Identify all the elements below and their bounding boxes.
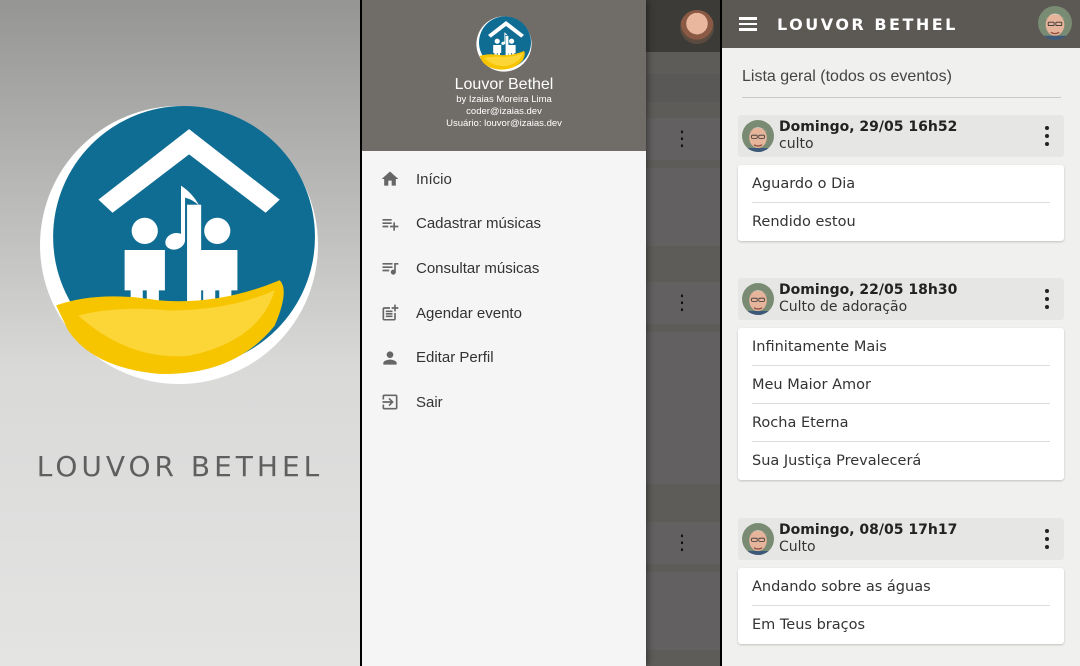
splash-title: LOUVOR BETHEL: [36, 450, 324, 483]
event-card: Domingo, 22/05 18h30 Culto de adoração I…: [738, 278, 1064, 480]
divider: [742, 97, 1061, 98]
event-name: culto: [779, 136, 814, 152]
menu-item-label: Cadastrar músicas: [416, 215, 542, 233]
drawer-author: by Izaias Moreira Lima: [456, 94, 552, 105]
person-icon: [380, 348, 400, 368]
event-avatar: [742, 523, 774, 555]
song-item[interactable]: Meu Maior Amor: [752, 366, 1050, 404]
behind-kebab-icon: ⋮: [672, 530, 692, 554]
event-date: Domingo, 22/05 18h30: [779, 282, 958, 298]
behind-card: [645, 168, 720, 246]
menu-item-sair[interactable]: Sair: [362, 380, 646, 425]
drawer-header: Louvor Bethel by Izaias Moreira Lima cod…: [362, 0, 646, 151]
menu-item-label: Início: [416, 170, 452, 188]
navigation-drawer: Louvor Bethel by Izaias Moreira Lima cod…: [362, 0, 646, 666]
home-icon: [380, 169, 400, 189]
behind-card: [645, 332, 720, 484]
drawer-screen: ⋮ ⋮ ⋮ Louvor Bethel by Izaias Moreira Li…: [362, 0, 720, 666]
event-header[interactable]: Domingo, 22/05 18h30 Culto de adoração: [738, 278, 1064, 320]
menu-item-label: Agendar evento: [416, 304, 522, 322]
drawer-email: coder@izaias.dev: [466, 106, 542, 117]
menu-item-cadastrar-musicas[interactable]: Cadastrar músicas: [362, 202, 646, 247]
menu-item-inicio[interactable]: Início: [362, 157, 646, 202]
song-item[interactable]: Infinitamente Mais: [752, 328, 1050, 366]
menu-item-label: Consultar músicas: [416, 259, 540, 277]
behind-kebab-icon: ⋮: [672, 126, 692, 150]
song-item[interactable]: Rendido estou: [752, 203, 1050, 241]
logout-icon: [380, 392, 400, 412]
event-name: Culto de adoração: [779, 299, 908, 315]
song-list: Aguardo o Dia Rendido estou: [738, 165, 1064, 241]
song-list: Andando sobre as águas Em Teus braços: [738, 568, 1064, 644]
post-add-icon: [380, 303, 400, 323]
menu-item-editar-perfil[interactable]: Editar Perfil: [362, 335, 646, 380]
menu-item-agendar-evento[interactable]: Agendar evento: [362, 291, 646, 336]
drawer-user: Usuário: louvor@izaias.dev: [446, 118, 562, 129]
more-vert-icon[interactable]: [1044, 126, 1050, 146]
song-item[interactable]: Em Teus braços: [752, 606, 1050, 644]
splash-screen: LOUVOR BETHEL: [0, 0, 360, 666]
more-vert-icon[interactable]: [1044, 529, 1050, 549]
queue-music-icon: [380, 258, 400, 278]
event-date: Domingo, 08/05 17h17: [779, 522, 958, 538]
menu-item-label: Editar Perfil: [416, 349, 494, 367]
drawer-app-name: Louvor Bethel: [454, 76, 554, 93]
behind-card: [645, 572, 720, 650]
event-avatar: [742, 120, 774, 152]
app-logo: [38, 104, 320, 386]
behind-kebab-icon: ⋮: [672, 290, 692, 314]
app-bar: LOUVOR BETHEL: [722, 0, 1080, 48]
playlist-add-icon: [380, 214, 400, 234]
song-list: Infinitamente Mais Meu Maior Amor Rocha …: [738, 328, 1064, 480]
event-header[interactable]: Domingo, 08/05 17h17 Culto: [738, 518, 1064, 560]
event-card: Domingo, 29/05 16h52 culto Aguardo o Dia…: [738, 115, 1064, 241]
event-card: Domingo, 08/05 17h17 Culto Andando sobre…: [738, 518, 1064, 644]
song-item[interactable]: Rocha Eterna: [752, 404, 1050, 442]
event-date: Domingo, 29/05 16h52: [779, 119, 958, 135]
behind-card: [645, 74, 720, 102]
more-vert-icon[interactable]: [1044, 289, 1050, 309]
song-item[interactable]: Sua Justiça Prevalecerá: [752, 442, 1050, 480]
event-avatar: [742, 283, 774, 315]
events-screen: LOUVOR BETHEL Lista geral (todos os even…: [722, 0, 1080, 666]
menu-item-label: Sair: [416, 393, 443, 411]
app-logo: [476, 16, 532, 72]
menu-icon[interactable]: [739, 13, 761, 35]
menu-item-consultar-musicas[interactable]: Consultar músicas: [362, 246, 646, 291]
user-avatar[interactable]: [1038, 6, 1072, 40]
section-title: Lista geral (todos os eventos): [742, 68, 952, 85]
event-header[interactable]: Domingo, 29/05 16h52 culto: [738, 115, 1064, 157]
behind-avatar: [680, 10, 714, 44]
app-bar-title: LOUVOR BETHEL: [777, 14, 958, 34]
song-item[interactable]: Andando sobre as águas: [752, 568, 1050, 606]
song-item[interactable]: Aguardo o Dia: [752, 165, 1050, 203]
event-name: Culto: [779, 539, 816, 555]
drawer-menu: Início Cadastrar músicas Consultar músic…: [362, 151, 646, 425]
